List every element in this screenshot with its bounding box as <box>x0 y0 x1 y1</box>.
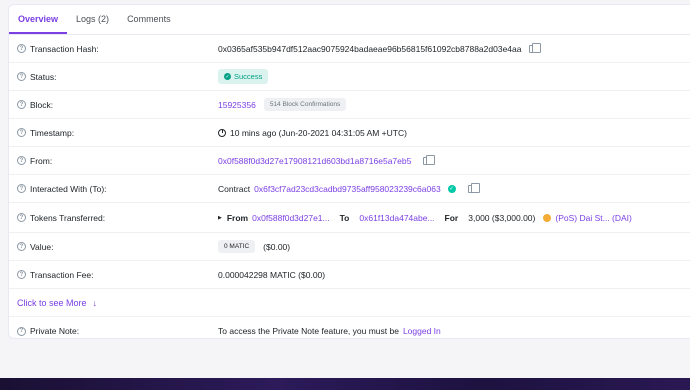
timestamp-label: Timestamp: <box>30 127 75 138</box>
interacted-with-label: Interacted With (To): <box>30 183 107 194</box>
contract-address-link[interactable]: 0x6f3cf7ad23cd3cadbd9735aff958023239c6a0… <box>254 184 441 194</box>
clock-icon <box>218 128 226 137</box>
question-circle-icon[interactable]: ? <box>17 270 26 279</box>
logged-in-link[interactable]: Logged In <box>403 326 441 336</box>
tab-overview[interactable]: Overview <box>9 5 68 34</box>
transaction-hash-value: 0x0365af535b947df512aac9075924badaeae96b… <box>218 43 522 54</box>
question-circle-icon[interactable]: ? <box>17 156 26 165</box>
page-footer <box>0 378 690 390</box>
row-private-note: ? Private Note: To access the Private No… <box>9 317 690 345</box>
question-circle-icon[interactable]: ? <box>17 44 26 53</box>
question-circle-icon[interactable]: ? <box>17 128 26 137</box>
status-badge: ✓ Success <box>218 69 269 84</box>
arrow-down-icon: ↓ <box>92 297 98 308</box>
row-transaction-fee: ? Transaction Fee: 0.000042298 MATIC ($0… <box>9 261 690 289</box>
question-circle-icon[interactable]: ? <box>17 213 26 222</box>
tab-comments[interactable]: Comments <box>118 5 180 34</box>
row-value: ? Value: 0 MATIC ($0.00) <box>9 233 690 261</box>
check-circle-icon: ✓ <box>224 73 231 80</box>
token-for-label: For <box>444 212 459 223</box>
row-see-more: Click to see More ↓ <box>9 289 690 317</box>
tab-bar: Overview Logs (2) Comments <box>9 5 690 35</box>
contract-prefix: Contract <box>218 183 251 194</box>
transaction-fee-label: Transaction Fee: <box>30 269 94 280</box>
transaction-hash-label: Transaction Hash: <box>30 43 99 54</box>
block-confirmations-badge: 514 Block Confirmations <box>263 98 347 111</box>
block-label: Block: <box>30 99 54 110</box>
from-label: From: <box>30 155 53 166</box>
token-to-address-link[interactable]: 0x61f13da474abe... <box>359 213 434 223</box>
timestamp-value: 10 mins ago (Jun-20-2021 04:31:05 AM +UT… <box>230 127 407 138</box>
token-amount: 3,000 ($3,000.00) <box>468 212 536 223</box>
transaction-details-card: Overview Logs (2) Comments ? Transaction… <box>8 4 690 339</box>
question-circle-icon[interactable]: ? <box>17 72 26 81</box>
row-status: ? Status: ✓ Success <box>9 63 690 91</box>
private-note-label: Private Note: <box>30 326 80 336</box>
copy-icon[interactable] <box>529 42 542 53</box>
question-circle-icon[interactable]: ? <box>17 184 26 193</box>
row-interacted-with: ? Interacted With (To): Contract 0x6f3cf… <box>9 175 690 203</box>
question-circle-icon[interactable]: ? <box>17 326 26 336</box>
copy-icon[interactable] <box>467 182 480 193</box>
question-circle-icon[interactable]: ? <box>17 242 26 251</box>
value-usd: ($0.00) <box>263 241 291 252</box>
tokens-transferred-label: Tokens Transferred: <box>30 212 106 223</box>
row-timestamp: ? Timestamp: 10 mins ago (Jun-20-2021 04… <box>9 119 690 147</box>
question-circle-icon[interactable]: ? <box>17 100 26 109</box>
block-number-link[interactable]: 15925356 <box>218 100 256 110</box>
private-note-text: To access the Private Note feature, you … <box>218 326 399 336</box>
row-block: ? Block: 15925356 514 Block Confirmation… <box>9 91 690 119</box>
value-label: Value: <box>30 241 54 252</box>
see-more-button[interactable]: Click to see More ↓ <box>17 298 97 308</box>
tab-logs[interactable]: Logs (2) <box>67 5 118 34</box>
transaction-fee-value: 0.000042298 MATIC ($0.00) <box>218 269 326 280</box>
caret-right-icon: ▶ <box>218 214 222 221</box>
from-address-link[interactable]: 0x0f588f0d3d27e17908121d603bd1a8716e5a7e… <box>218 156 411 166</box>
value-amount-badge: 0 MATIC <box>218 240 256 253</box>
verified-check-icon: ✓ <box>447 184 456 193</box>
token-name-link[interactable]: (PoS) Dai St... (DAI) <box>555 213 632 223</box>
row-tokens-transferred: ? Tokens Transferred: ▶ From 0x0f588f0d3… <box>9 203 690 233</box>
token-from-label: From <box>226 212 249 223</box>
dai-token-icon <box>543 213 552 222</box>
status-label: Status: <box>30 71 57 82</box>
token-to-label: To <box>339 212 350 223</box>
row-from: ? From: 0x0f588f0d3d27e17908121d603bd1a8… <box>9 147 690 175</box>
token-from-address-link[interactable]: 0x0f588f0d3d27e1... <box>252 213 330 223</box>
row-transaction-hash: ? Transaction Hash: 0x0365af535b947df512… <box>9 35 690 63</box>
copy-icon[interactable] <box>423 154 436 165</box>
